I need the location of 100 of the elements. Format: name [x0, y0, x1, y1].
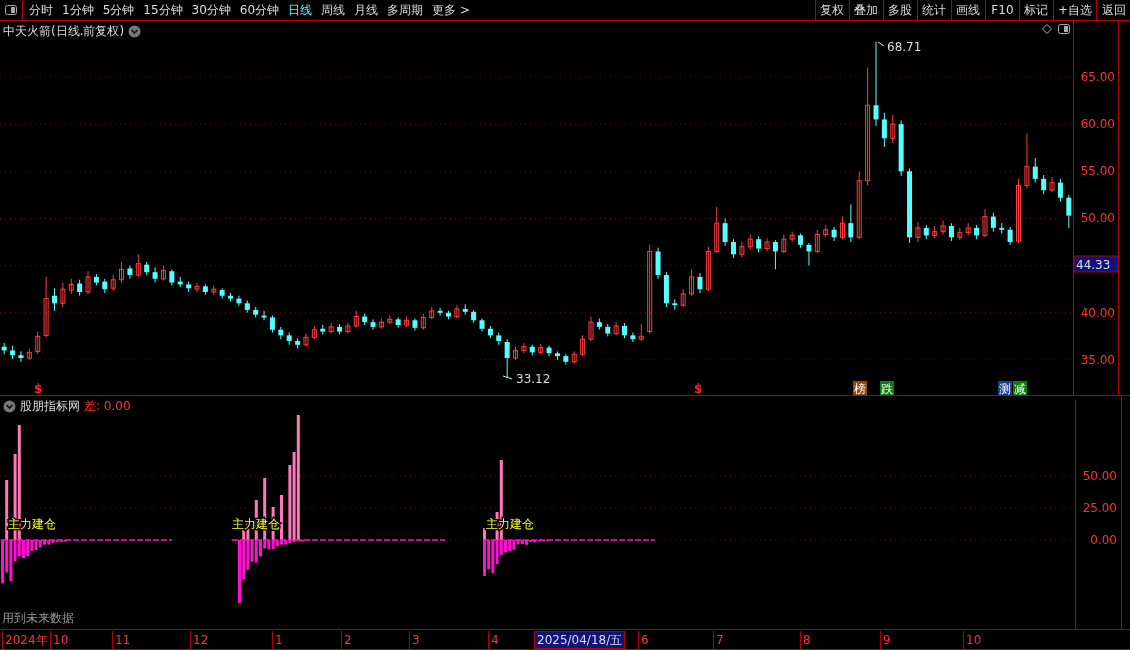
candlestick [772, 239, 778, 270]
event-badge[interactable]: 测 [998, 381, 1012, 396]
candlestick [1024, 133, 1030, 189]
time-axis-label: 10 [50, 631, 69, 649]
event-badge[interactable]: 减 [1013, 381, 1027, 396]
period-tab[interactable]: 更多 > [432, 1, 470, 19]
price-axis-label: 50.00 [1080, 211, 1115, 226]
candlestick [345, 322, 351, 334]
candlestick [689, 268, 695, 297]
candlestick [806, 242, 812, 267]
candlestick [152, 266, 158, 284]
future-data-note: 用到未来数据 [2, 610, 74, 627]
time-axis-label: 8 [800, 631, 811, 649]
candlestick [613, 321, 619, 336]
chevron-down-icon[interactable] [3, 400, 16, 413]
price-axis-label: 55.00 [1080, 164, 1115, 179]
indicator-axis-label: 50.00 [1082, 469, 1117, 483]
price-axis-label: 60.00 [1080, 117, 1115, 132]
event-badge[interactable]: 跌 [880, 381, 894, 396]
event-marker[interactable]: $ [694, 382, 703, 396]
period-tab[interactable]: 15分钟 [143, 1, 183, 19]
candlestick [982, 208, 988, 238]
candlestick [873, 41, 879, 127]
candlestick [370, 318, 376, 331]
toolbar-button[interactable]: 复权 [814, 0, 849, 20]
candlestick [43, 276, 49, 338]
candlestick [127, 265, 133, 280]
panel-toggle-icon[interactable] [1058, 24, 1070, 34]
price-axis-label: 65.00 [1080, 70, 1115, 84]
time-axis-label: 3 [409, 631, 420, 649]
candlestick [940, 219, 946, 235]
period-tab[interactable]: 多周期 [387, 1, 424, 19]
candlestick [831, 226, 837, 242]
toolbar-button[interactable]: F10 [984, 0, 1019, 20]
candlestick [856, 170, 862, 240]
time-axis-label: 10 [963, 631, 982, 649]
panel-toggle-icon[interactable] [5, 5, 17, 15]
toolbar-button[interactable]: 标记 [1018, 0, 1053, 20]
price-axis-label: 40.00 [1080, 305, 1115, 320]
toolbar-button[interactable]: 返回 [1096, 0, 1130, 20]
stock-title: 中天火箭(日线.前复权) [3, 23, 125, 40]
low-price-pointer: 33.12 [502, 372, 551, 386]
candlestick [839, 216, 845, 240]
period-tab[interactable]: 30分钟 [191, 1, 231, 19]
candlestick [990, 212, 996, 233]
time-axis-label: 6 [638, 631, 649, 649]
candlestick [194, 282, 200, 293]
price-axis-label: 35.00 [1080, 352, 1115, 367]
candlestick [881, 112, 887, 148]
period-tab[interactable]: 月线 [354, 1, 379, 19]
toolbar-button[interactable]: +自选 [1052, 0, 1096, 20]
candlestick [865, 67, 871, 186]
diamond-icon[interactable] [1042, 24, 1052, 34]
current-price-tag: 44.33 [1073, 255, 1119, 273]
indicator-title: 股朋指标网 [20, 398, 80, 415]
candlestick [35, 331, 41, 355]
event-marker[interactable]: $ [34, 382, 43, 396]
time-axis-label: 4 [488, 631, 499, 649]
candlestick [588, 316, 594, 342]
candlestick [521, 342, 527, 354]
candlestick [437, 307, 443, 317]
period-tab[interactable]: 60分钟 [239, 1, 280, 19]
indicator-axis-label: 0.00 [1090, 533, 1117, 547]
candlestick [814, 229, 820, 254]
toolbar-button[interactable]: 多股 [882, 0, 917, 20]
candlestick [580, 334, 586, 357]
period-tab[interactable]: 5分钟 [102, 1, 135, 19]
event-badge[interactable]: 榜 [853, 381, 867, 396]
candlestick [999, 222, 1005, 235]
candlestick [1016, 178, 1022, 244]
candlestick [848, 203, 854, 243]
time-axis-label: 9 [880, 631, 891, 649]
time-axis-label: 1 [272, 631, 283, 649]
candlestick [705, 246, 711, 292]
candlestick [655, 247, 661, 280]
candlestick [739, 241, 745, 258]
period-tab[interactable]: 1分钟 [62, 1, 94, 19]
time-axis-label: 7 [713, 631, 724, 649]
indicator-value: 差: 0.00 [84, 398, 131, 415]
candlestick [1032, 157, 1038, 184]
candlestick [219, 287, 225, 300]
toolbar-button[interactable]: 画线 [950, 0, 985, 20]
candlestick [630, 332, 636, 343]
candlestick [747, 233, 753, 251]
period-tab[interactable]: 分时 [29, 1, 53, 19]
candlestick [731, 238, 736, 259]
candlestick [1049, 176, 1055, 193]
cursor-date-label: 2025/04/18/五 [534, 631, 626, 649]
candlestick [328, 322, 334, 334]
time-axis-label: 2 [341, 631, 352, 649]
period-tab[interactable]: 周线 [321, 1, 346, 19]
candlestick [60, 282, 66, 308]
candlestick [647, 244, 653, 334]
candlestick [890, 114, 896, 144]
period-tab[interactable]: 日线 [288, 1, 313, 19]
toolbar-button[interactable]: 叠加 [848, 0, 883, 20]
candlestick [18, 350, 24, 363]
chevron-down-icon[interactable] [128, 25, 142, 38]
toolbar-button[interactable]: 统计 [916, 0, 951, 20]
time-axis-label: 2024年 [2, 631, 48, 649]
